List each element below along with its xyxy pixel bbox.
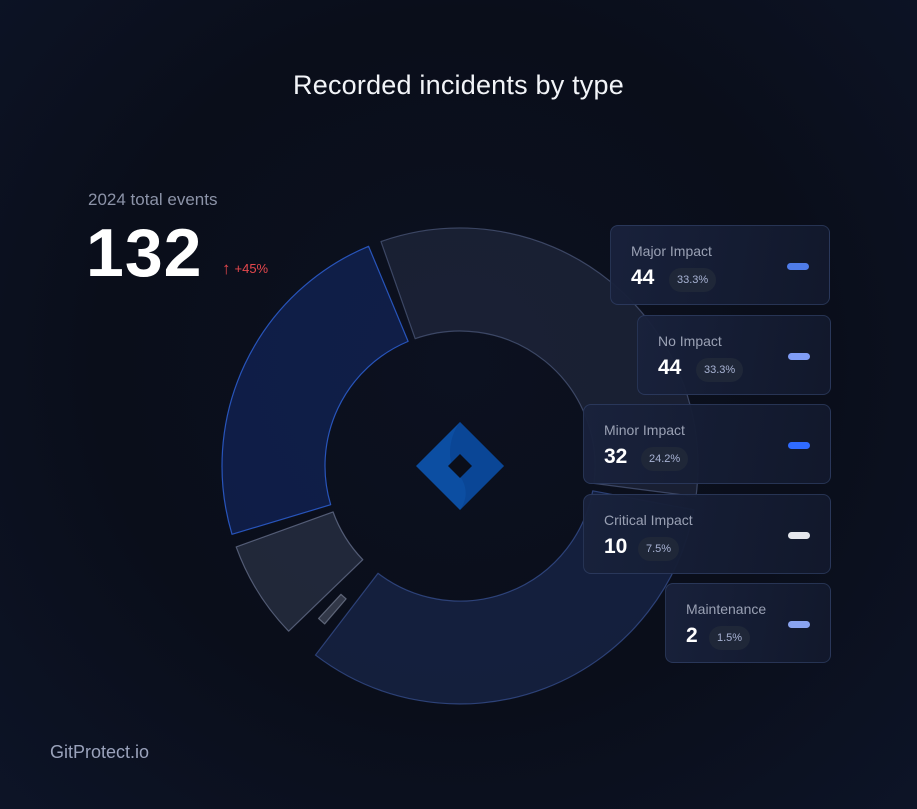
legend-value: 2: [686, 624, 698, 647]
legend-value: 10: [604, 535, 628, 558]
color-swatch: [788, 621, 810, 628]
legend-value: 44: [631, 266, 655, 289]
color-swatch: [788, 532, 810, 539]
legend-card-minor-impact[interactable]: Minor Impact 32 24.2%: [583, 404, 831, 484]
percent-badge: 7.5%: [638, 537, 680, 561]
donut-slice-minor-impact[interactable]: [221, 245, 409, 535]
legend-label: No Impact: [658, 333, 722, 349]
legend-card-critical-impact[interactable]: Critical Impact 10 7.5%: [583, 494, 831, 574]
color-swatch: [788, 353, 810, 360]
legend-label: Maintenance: [686, 601, 767, 617]
color-swatch: [788, 442, 810, 449]
legend-card-maintenance[interactable]: Maintenance 2 1.5%: [665, 583, 831, 663]
legend-card-no-impact[interactable]: No Impact 44 33.3%: [637, 315, 831, 395]
percent-badge: 33.3%: [669, 268, 717, 292]
percent-badge: 1.5%: [709, 626, 751, 650]
legend-label: Minor Impact: [604, 422, 685, 438]
color-swatch: [787, 263, 809, 270]
donut-slice-critical-impact[interactable]: [235, 511, 364, 632]
jira-logo-icon: [416, 422, 504, 510]
legend-value: 32: [604, 445, 628, 468]
brand-logo-text: GitProtect.io: [50, 742, 150, 762]
percent-badge: 24.2%: [641, 447, 689, 471]
legend-label: Critical Impact: [604, 512, 693, 528]
percent-badge: 33.3%: [696, 358, 744, 382]
legend-card-major-impact[interactable]: Major Impact 44 33.3%: [610, 225, 830, 305]
legend-label: Major Impact: [631, 243, 712, 259]
legend-value: 44: [658, 356, 682, 379]
